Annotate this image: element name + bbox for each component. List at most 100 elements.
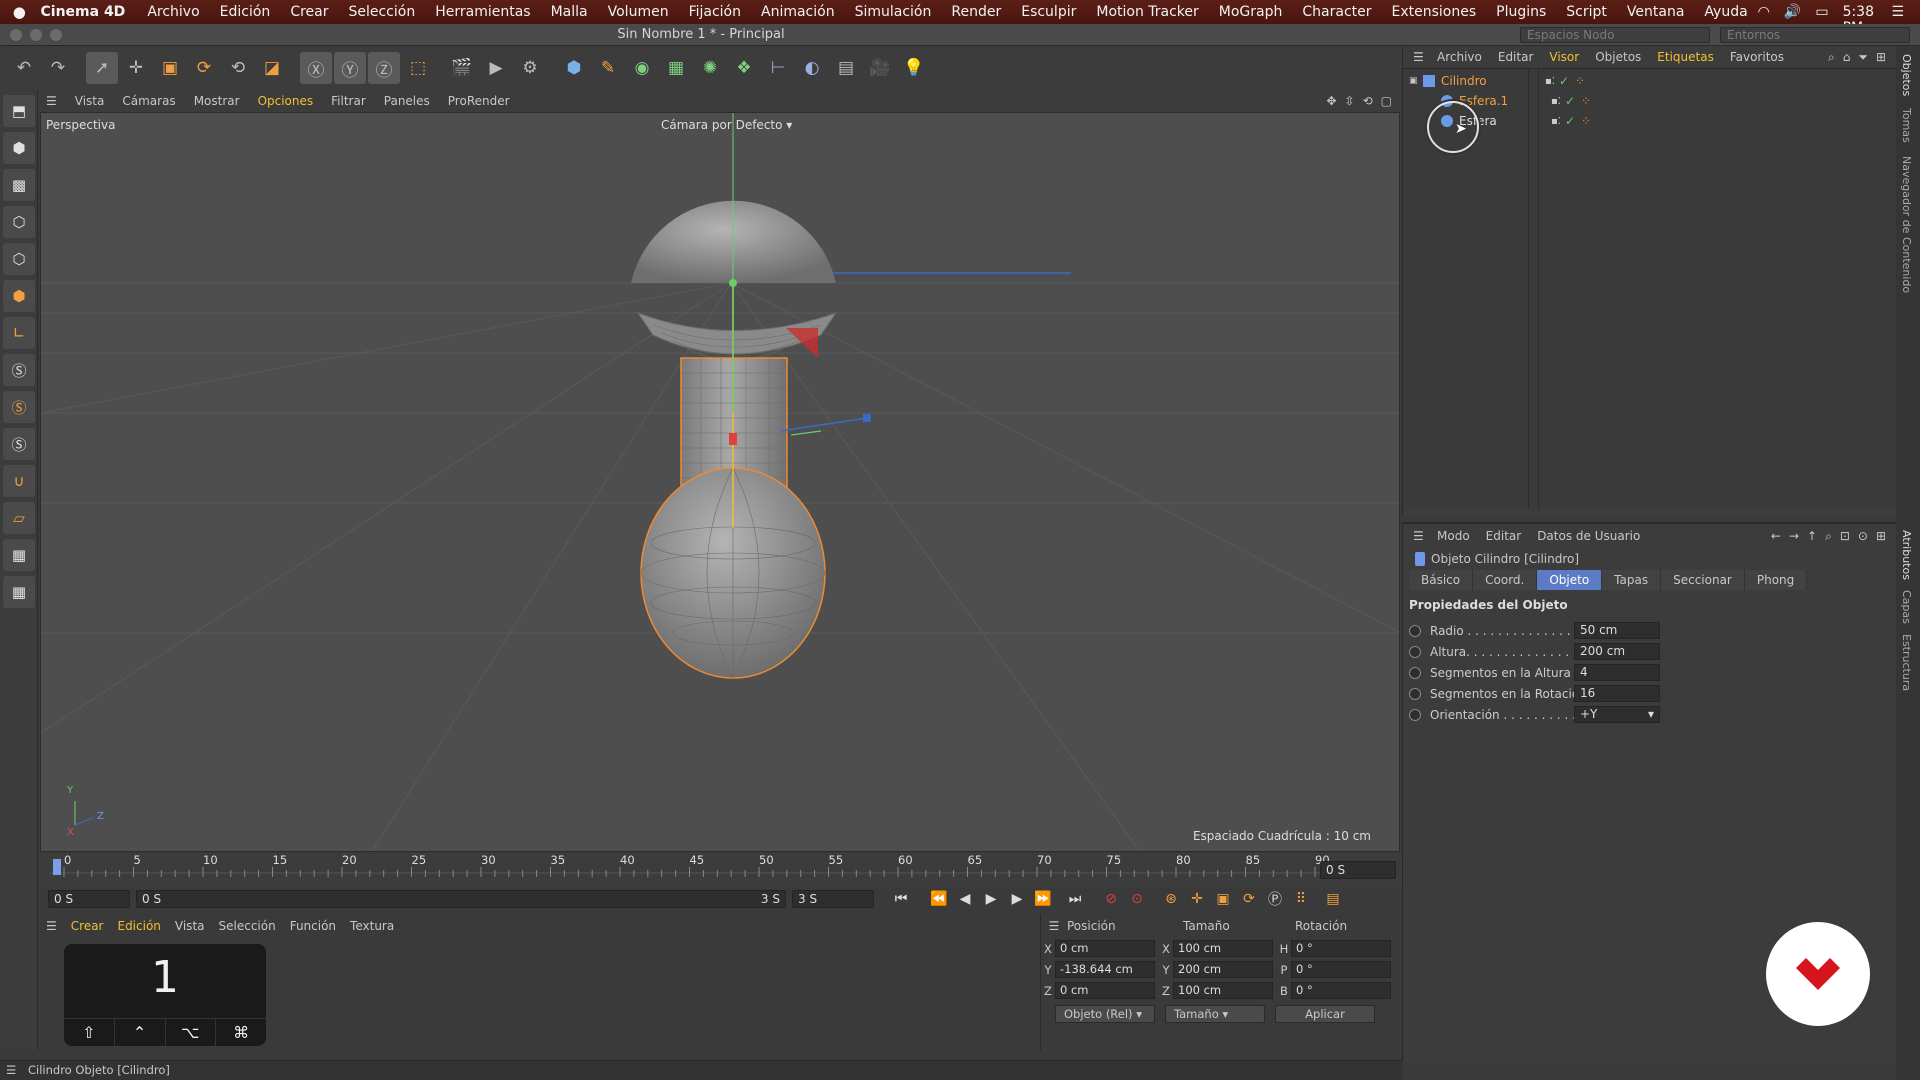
prev-key-icon[interactable]: ⏪ [926, 888, 952, 910]
search-icon[interactable]: ⌕ [1825, 529, 1832, 544]
menu-animacion[interactable]: Animación [751, 4, 845, 20]
move-tool-icon[interactable]: ✛ [120, 52, 152, 84]
timeline-playhead[interactable] [53, 859, 61, 875]
menu-mograph[interactable]: MoGraph [1209, 4, 1293, 20]
object-row-esfera-1[interactable]: Esfera.1 ▪⁚ ✓ ⁘ [1403, 91, 1897, 111]
visibility-dots-icon[interactable]: ▪⁚ [1545, 76, 1555, 87]
tab-seccionar[interactable]: Seccionar [1661, 570, 1745, 590]
redo-icon[interactable]: ↷ [42, 52, 74, 84]
scale-tool-icon[interactable]: ▣ [154, 52, 186, 84]
size-y-field[interactable]: 200 cm [1173, 961, 1273, 978]
om-menu-icon[interactable]: ☰ [1413, 50, 1424, 64]
back-arrow-icon[interactable]: ← [1771, 529, 1781, 544]
layout-dropdown[interactable]: Espacios Nodo [1520, 27, 1710, 43]
apply-button[interactable]: Aplicar [1275, 1005, 1375, 1023]
tab-tapas[interactable]: Tapas [1602, 570, 1662, 590]
current-frame-field[interactable]: 0 S [1320, 861, 1396, 879]
menu-volumen[interactable]: Volumen [598, 4, 679, 20]
polygons-mode-icon[interactable]: ⬢ [3, 280, 35, 312]
menu-script[interactable]: Script [1556, 4, 1617, 20]
tab-phong[interactable]: Phong [1744, 570, 1808, 590]
am-menu-icon[interactable]: ☰ [1413, 529, 1424, 543]
side-tab-tomas[interactable]: Tomas [1900, 108, 1913, 143]
mat-menu-funcion[interactable]: Función [290, 919, 336, 933]
camera-icon[interactable]: 🎥 [864, 52, 896, 84]
rot-p-field[interactable]: 0 ° [1291, 961, 1391, 978]
grid-rotation-icon[interactable]: ▦ [3, 576, 35, 608]
generator-icon[interactable]: ▦ [660, 52, 692, 84]
next-frame-icon[interactable]: ▶ [1004, 888, 1030, 910]
om-menu-archivo[interactable]: Archivo [1437, 50, 1482, 64]
coordinate-system-icon[interactable]: ⬚ [402, 52, 434, 84]
timeline-window-icon[interactable]: ▤ [1320, 888, 1346, 910]
expand-toggle-icon[interactable]: ▣ [1409, 76, 1421, 86]
texture-mode-icon[interactable]: ▩ [3, 169, 35, 201]
menu-fijacion[interactable]: Fijación [679, 4, 751, 20]
mograph-cloner-icon[interactable]: ✺ [694, 52, 726, 84]
vp-menu-filtrar[interactable]: Filtrar [331, 94, 366, 108]
tag-icon[interactable]: ⁘ [1575, 74, 1585, 88]
z-axis-lock-icon[interactable]: Ⓩ [368, 52, 400, 84]
render-view-icon[interactable]: ▶ [480, 52, 512, 84]
pos-y-field[interactable]: -138.644 cm [1055, 961, 1155, 978]
vp-menu-mostrar[interactable]: Mostrar [194, 94, 240, 108]
am-menu-modo[interactable]: Modo [1437, 529, 1470, 543]
menu-edicion[interactable]: Edición [210, 4, 281, 20]
rotate-tool-icon[interactable]: ⟳ [188, 52, 220, 84]
wifi-icon[interactable]: ◠ [1758, 4, 1770, 20]
height-field[interactable]: 200 cm [1574, 643, 1660, 660]
locked-workplane-icon[interactable]: ▦ [3, 539, 35, 571]
object-name[interactable]: Cilindro [1441, 74, 1545, 88]
tab-objeto[interactable]: Objeto [1537, 570, 1603, 590]
apple-logo-icon[interactable]: ● [0, 3, 39, 21]
range-slider[interactable]: 0 S3 S [136, 890, 786, 908]
menu-character[interactable]: Character [1292, 4, 1381, 20]
side-tab-objetos[interactable]: Objetos [1900, 54, 1913, 96]
floor-icon[interactable]: ▤ [830, 52, 862, 84]
light-icon[interactable]: 💡 [898, 52, 930, 84]
magnet-icon[interactable]: ∪ [3, 465, 35, 497]
y-axis-lock-icon[interactable]: Ⓨ [334, 52, 366, 84]
transform-tool-icon[interactable]: ◪ [256, 52, 288, 84]
size-x-field[interactable]: 100 cm [1173, 940, 1273, 957]
recent-tools-icon[interactable]: ⟲ [222, 52, 254, 84]
tab-coord[interactable]: Coord. [1473, 570, 1538, 590]
pen-spline-icon[interactable]: ✎ [592, 52, 624, 84]
snap-icon[interactable]: Ⓢ [3, 354, 35, 386]
vp-menu-prorender[interactable]: ProRender [448, 94, 510, 108]
menu-seleccion[interactable]: Selección [338, 4, 425, 20]
goto-start-icon[interactable]: ⏮ [888, 888, 914, 910]
size-z-field[interactable]: 100 cm [1173, 982, 1273, 999]
vp-menu-paneles[interactable]: Paneles [384, 94, 430, 108]
coord-menu-icon[interactable]: ☰ [1041, 919, 1067, 933]
play-icon[interactable]: ▶ [978, 888, 1004, 910]
side-tab-navegador[interactable]: Navegador de Contenido [1900, 156, 1913, 293]
key-parameter-icon[interactable]: Ⓟ [1262, 888, 1288, 910]
timeline-ruler[interactable]: 0 5 10 15 20 25 30 35 40 45 50 55 60 65 70 75 80 85 90 0 S [40, 853, 1402, 887]
menu-malla[interactable]: Malla [541, 4, 598, 20]
pan-view-icon[interactable]: ✥ [1326, 94, 1336, 108]
key-scale-icon[interactable]: ▣ [1210, 888, 1236, 910]
vp-menu-camaras[interactable]: Cámaras [122, 94, 175, 108]
menu-render[interactable]: Render [941, 4, 1011, 20]
field-icon[interactable]: ⊢ [762, 52, 794, 84]
viewport-menu-icon[interactable]: ☰ [46, 94, 57, 108]
mat-menu-textura[interactable]: Textura [350, 919, 394, 933]
radius-field[interactable]: 50 cm [1574, 622, 1660, 639]
maximize-view-icon[interactable]: ▢ [1381, 94, 1392, 108]
key-pla-icon[interactable]: ⠿ [1288, 888, 1314, 910]
visibility-dots-icon[interactable]: ▪⁚ [1551, 116, 1561, 127]
vp-menu-opciones[interactable]: Opciones [258, 94, 314, 108]
om-menu-objetos[interactable]: Objetos [1595, 50, 1641, 64]
subdivision-icon[interactable]: ◉ [626, 52, 658, 84]
home-icon[interactable]: ⌂ [1843, 50, 1851, 65]
points-mode-icon[interactable]: ⬡ [3, 206, 35, 238]
mat-menu-edicion[interactable]: Edición [117, 919, 160, 933]
visibility-dots-icon[interactable]: ▪⁚ [1551, 96, 1561, 107]
environment-dropdown[interactable]: Entornos [1720, 27, 1910, 43]
height-segments-field[interactable]: 4 [1574, 664, 1660, 681]
vp-menu-vista[interactable]: Vista [75, 94, 105, 108]
make-editable-icon[interactable]: ⬒ [3, 95, 35, 127]
camera-menu-icon[interactable]: ▾ [786, 118, 792, 132]
rotation-segments-field[interactable]: 16 [1574, 685, 1660, 702]
